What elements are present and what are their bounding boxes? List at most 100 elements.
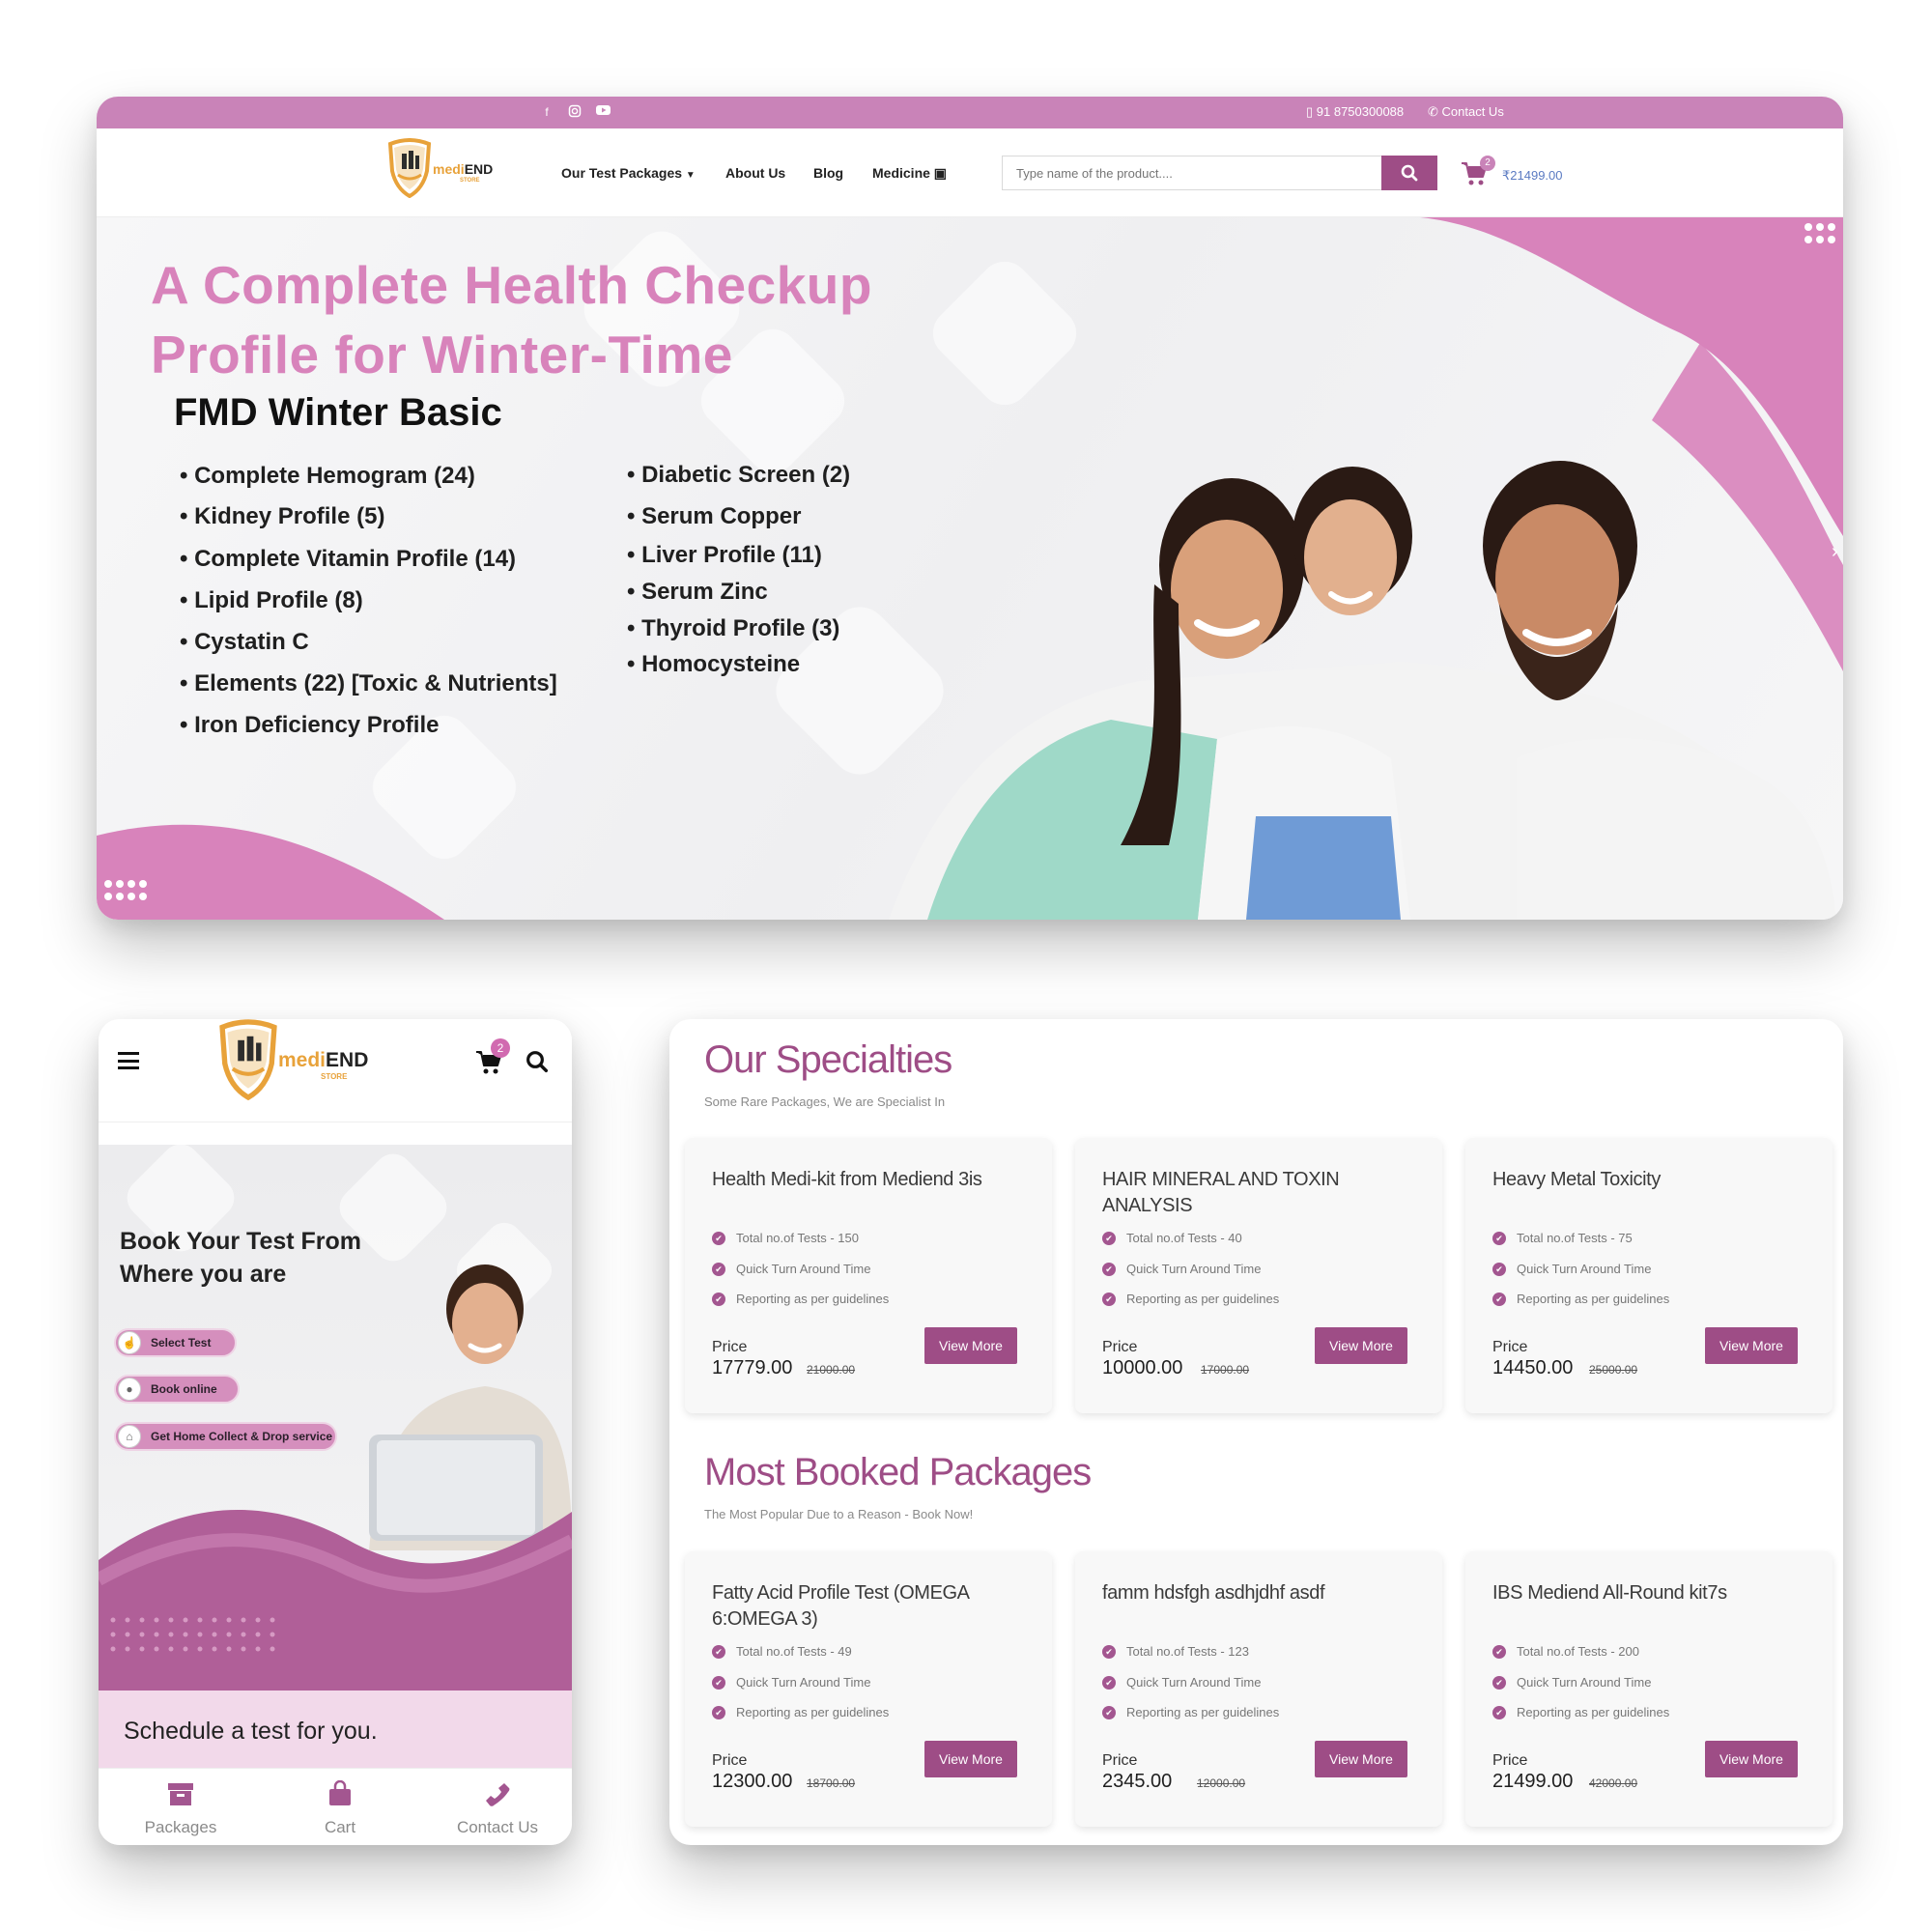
view-more-button[interactable]: View More [924,1327,1017,1364]
check-circle-icon: ✔ [1492,1705,1506,1719]
hero-test-item: • Lipid Profile (8) [180,587,363,613]
package-feature: ✔ Reporting as per guidelines [1492,1292,1669,1306]
hero-test-item: • Elements (22) [Toxic & Nutrients] [180,670,557,696]
youtube-icon[interactable] [595,104,611,120]
price-label: Price [1492,1339,1528,1355]
hero-test-item: • Iron Deficiency Profile [180,712,440,738]
view-more-button[interactable]: View More [924,1741,1017,1777]
mobile-header: mediEND STORE 2 [99,1019,572,1122]
package-feature: ✔ Total no.of Tests - 200 [1492,1644,1639,1659]
package-title: Fatty Acid Profile Test (OMEGA 6:OMEGA 3… [712,1582,969,1630]
packages-panel-screenshot: Our Specialties Some Rare Packages, We a… [669,1019,1843,1845]
package-old-price: 42000.00 [1589,1776,1638,1790]
mobile-logo[interactable]: mediEND STORE [214,1019,398,1106]
logo-shield-icon [219,1019,277,1100]
tab-cart[interactable]: Cart [263,1779,417,1837]
package-feature: ✔ Quick Turn Around Time [1492,1675,1651,1690]
hero-test-item: • Diabetic Screen (2) [627,462,851,488]
user-icon: ● [118,1378,141,1401]
package-price: 21499.00 [1492,1771,1574,1792]
shopping-bag-icon [329,1779,351,1805]
view-more-button[interactable]: View More [1705,1741,1798,1777]
logo-wordmark: mediEND [433,161,494,177]
mobile-cart-button[interactable]: 2 [475,1038,510,1075]
hamburger-menu-icon[interactable] [118,1052,139,1069]
package-price: 17779.00 [712,1357,793,1378]
hero-test-item: • Serum Zinc [627,579,768,605]
price-label: Price [1102,1752,1138,1769]
home-icon: ⌂ [118,1425,141,1448]
check-circle-icon: ✔ [712,1705,725,1719]
logo-wordmark: mediEND [278,1049,369,1071]
package-price: 2345.00 [1102,1771,1173,1792]
package-card: HAIR MINERAL AND TOXIN ANALYSIS ✔ Total n… [1075,1138,1442,1413]
logo-tagline: STORE [321,1072,348,1081]
archive-box-icon [168,1783,193,1805]
logo-shield-icon [387,138,432,198]
package-feature: ✔ Reporting as per guidelines [712,1292,889,1306]
facebook-icon[interactable]: f [539,104,554,120]
instagram-icon[interactable] [567,104,582,120]
bottom-tab-bar: Packages Cart Contact Us [99,1768,572,1845]
nav-medicine[interactable]: Medicine ▣ [872,165,947,182]
check-circle-icon: ✔ [712,1292,725,1306]
hero-title-line1: A Complete Health Checkup [151,255,872,315]
package-feature: ✔ Quick Turn Around Time [712,1262,870,1276]
package-feature: ✔ Reporting as per guidelines [712,1705,889,1719]
slider-next-arrow-icon[interactable]: › [1832,541,1838,563]
nav-our-test-packages[interactable]: Our Test Packages ▼ [561,165,696,181]
view-more-button[interactable]: View More [1315,1327,1407,1364]
package-title: Heavy Metal Toxicity [1492,1169,1661,1190]
check-circle-icon: ✔ [1102,1231,1116,1245]
phone-link[interactable]: ▯ 91 8750300088 [1306,104,1404,120]
package-old-price: 25000.00 [1589,1363,1638,1377]
package-title: IBS Mediend All-Round kit7s [1492,1582,1727,1604]
package-price: 10000.00 [1102,1357,1183,1378]
phone-number: 91 8750300088 [1316,104,1405,119]
cart-count-badge: 2 [491,1038,510,1058]
step-select-test[interactable]: ☝ Select Test [114,1328,237,1357]
package-feature: ✔ Total no.of Tests - 40 [1102,1231,1242,1245]
package-old-price: 17000.00 [1201,1363,1250,1377]
package-card: Fatty Acid Profile Test (OMEGA 6:OMEGA 3… [685,1551,1052,1827]
most-booked-title: Most Booked Packages [704,1451,1092,1493]
package-feature: ✔ Total no.of Tests - 49 [712,1644,852,1659]
search-input[interactable] [1002,156,1381,190]
search-icon[interactable] [526,1050,549,1073]
package-title: Health Medi-kit from Mediend 3is [712,1169,982,1190]
check-circle-icon: ✔ [1492,1292,1506,1306]
search-button[interactable] [1381,156,1437,190]
top-bar: f ▯ 91 8750300088 ✆ Contact Us [97,97,1843,128]
main-nav: mediEND STORE Our Test Packages ▼ About … [97,128,1843,217]
check-circle-icon: ✔ [1102,1705,1116,1719]
nav-blog[interactable]: Blog [813,165,843,181]
step-book-online[interactable]: ● Book online [114,1375,240,1404]
contact-link[interactable]: ✆ Contact Us [1428,104,1504,120]
price-label: Price [712,1752,748,1769]
check-circle-icon: ✔ [1102,1675,1116,1690]
package-title: famm hdsfgh asdhjdhf asdf [1102,1582,1325,1604]
family-illustration [889,461,1835,920]
view-more-button[interactable]: View More [1315,1741,1407,1777]
package-feature: ✔ Total no.of Tests - 123 [1102,1644,1249,1659]
check-circle-icon: ✔ [1102,1262,1116,1276]
nav-about-us[interactable]: About Us [725,165,785,181]
check-circle-icon: ✔ [712,1262,725,1276]
logo[interactable]: mediEND STORE [384,138,500,204]
price-label: Price [712,1339,748,1355]
price-label: Price [1492,1752,1528,1769]
package-feature: ✔ Quick Turn Around Time [1492,1262,1651,1276]
step-home-collect[interactable]: ⌂ Get Home Collect & Drop service [114,1422,337,1451]
tab-packages[interactable]: Packages [103,1780,258,1837]
hero-test-item: • Homocysteine [627,651,801,677]
view-more-button[interactable]: View More [1705,1327,1798,1364]
price-label: Price [1102,1339,1138,1355]
phone-icon: ▯ [1306,104,1317,119]
check-circle-icon: ✔ [1492,1262,1506,1276]
cart-widget[interactable]: 2 ₹21499.00 [1461,156,1577,190]
package-feature: ✔ Total no.of Tests - 75 [1492,1231,1633,1245]
tab-contact-us[interactable]: Contact Us [420,1780,572,1837]
schedule-heading: Schedule a test for you. [124,1718,378,1745]
caret-down-icon: ▼ [685,170,696,181]
package-old-price: 21000.00 [807,1363,856,1377]
